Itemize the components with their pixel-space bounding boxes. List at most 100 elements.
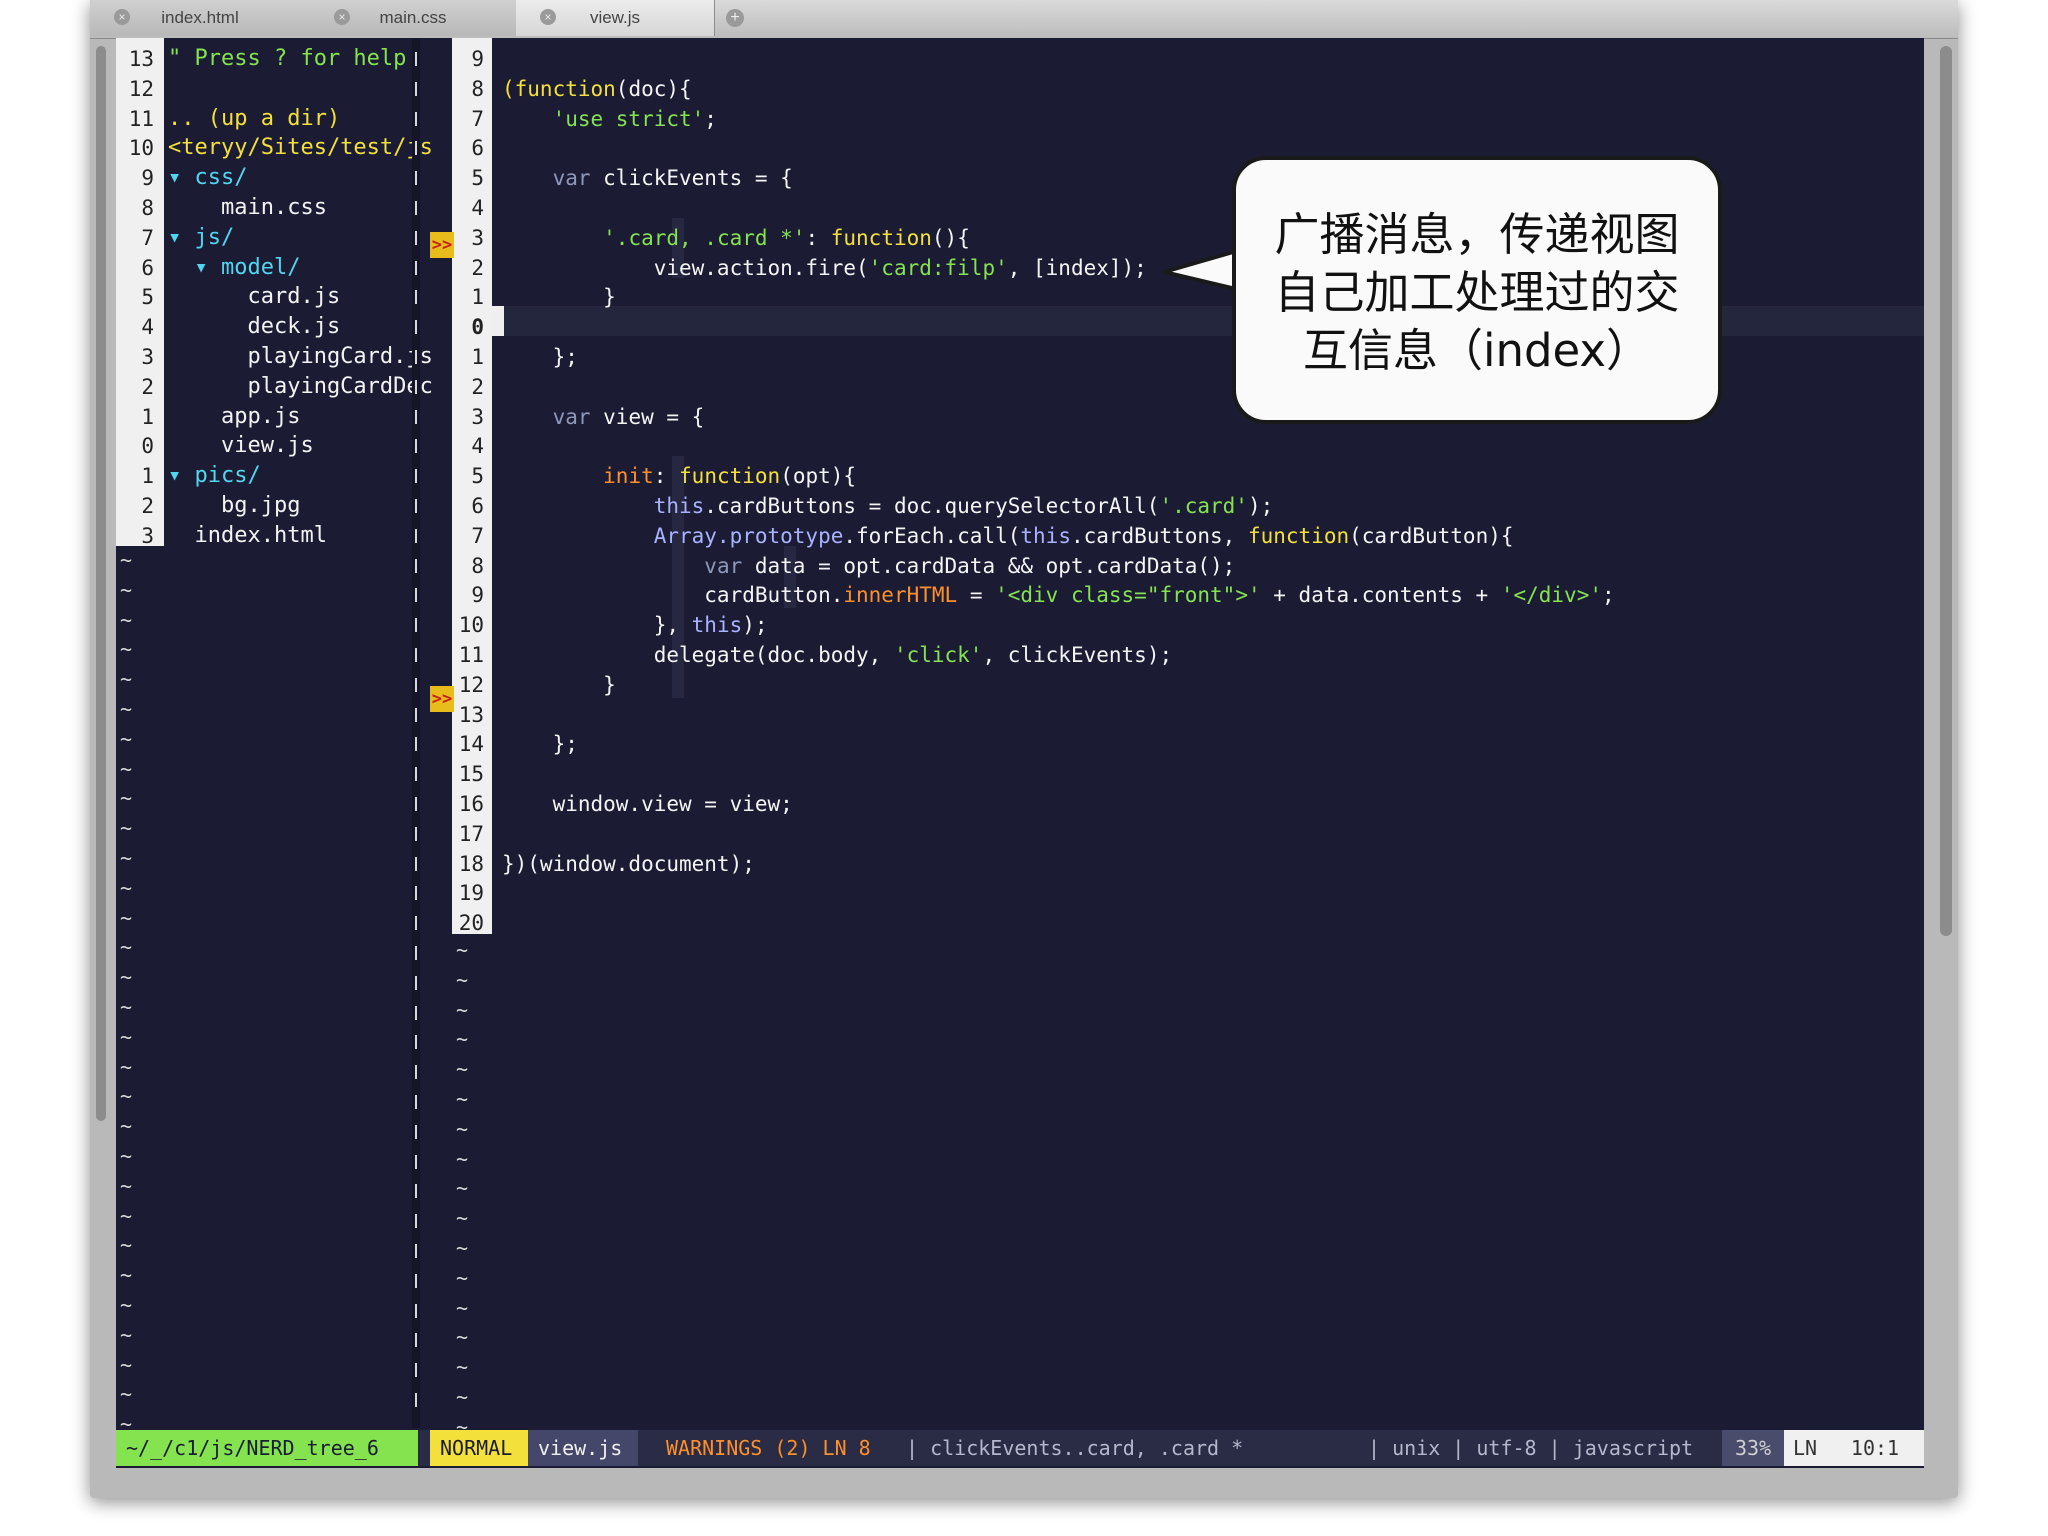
empty-line-tilde: ~ [120,1293,133,1317]
separator-mark [415,171,417,186]
tree-entry[interactable]: ▾ pics/ [168,461,261,491]
code-line[interactable]: delegate(doc.body, 'click', clickEvents)… [502,640,1172,670]
tab-view-js[interactable]: × view.js [516,0,715,36]
empty-line-tilde: ~ [120,816,133,841]
empty-line-tilde: ~ [120,1382,133,1407]
line-number: 2 [471,255,484,280]
line-number: 17 [458,821,484,846]
separator-mark [415,975,417,990]
line-number: 8 [471,553,484,578]
code-line[interactable]: Array.prototype.forEach.call(this.cardBu… [502,521,1514,551]
line-number: 12 [458,672,484,697]
tree-entry[interactable]: ▾ js/ [168,223,234,253]
tree-entry[interactable]: playingCardDec [168,372,432,402]
line-number: 20 [458,911,484,936]
code-line[interactable]: var clickEvents = { [502,163,793,193]
tree-entry[interactable]: bg.jpg [168,491,300,521]
code-line[interactable]: this.cardButtons = doc.querySelectorAll(… [502,491,1274,521]
separator-mark [415,230,417,245]
separator-mark [415,290,417,305]
line-number: 5 [471,464,484,489]
separator-mark [415,826,417,841]
separator-mark [415,1214,417,1229]
nerd-tree-panel[interactable]: " Press ? for help .. (up a dir) <teryy/Si… [164,38,433,548]
code-line[interactable]: init: function(opt){ [502,461,856,491]
line-number: 0 [141,434,154,459]
separator-mark [415,439,417,454]
line-number: 3 [141,345,154,369]
line-number: 1 [471,345,484,369]
separator-mark [415,1333,417,1348]
empty-line-tilde: ~ [456,1355,469,1380]
tree-entry[interactable]: playingCard.js [168,342,432,372]
code-line[interactable]: } [502,670,616,700]
empty-line-tilde: ~ [120,1203,133,1228]
separator-mark [415,1124,417,1139]
code-line[interactable]: })(window.document); [502,849,755,879]
status-context: | clickEvents..card, .card * [906,1436,1244,1460]
status-line: ~/_/c1/js/NERD_tree_6 NORMAL view.js WAR… [116,1430,1924,1466]
line-number: 2 [141,374,154,399]
right-scrollbar[interactable] [1940,46,1952,936]
tree-entry[interactable]: deck.js [168,312,340,342]
line-number: 13 [128,47,154,71]
tree-entry[interactable]: ▾ css/ [168,163,247,193]
warning-sign-marker[interactable]: >> [430,686,454,712]
tree-entry[interactable]: index.html [168,521,326,551]
line-number: 6 [471,136,484,161]
separator-mark [415,1303,417,1318]
separator-mark [415,1154,417,1169]
status-path: ~/_/c1/js/NERD_tree_6 [116,1430,418,1466]
separator-mark [415,1184,417,1199]
line-number: 3 [141,523,154,548]
tree-entry[interactable]: " Press ? for help [168,44,406,74]
empty-line-tilde: ~ [120,1114,133,1139]
code-line[interactable]: } [502,282,616,312]
line-number: 6 [471,494,484,518]
tree-entry[interactable]: view.js [168,431,314,461]
line-number: 4 [471,196,484,220]
empty-line-tilde: ~ [120,875,133,900]
empty-line-tilde: ~ [120,995,133,1019]
code-line[interactable]: (function(doc){ [502,74,692,104]
tab-main-css[interactable]: × main.css [310,0,517,36]
status-percent: 33% [1722,1430,1784,1466]
tree-entry[interactable]: app.js [168,402,300,432]
code-line[interactable]: cardButton.innerHTML = '<div class="fron… [502,580,1614,610]
empty-line-tilde: ~ [120,1024,133,1049]
empty-line-tilde: ~ [456,967,469,992]
warning-sign-marker[interactable]: >> [430,232,454,258]
new-tab-plus-icon[interactable]: + [726,9,744,27]
line-number: 9 [471,47,484,71]
code-line[interactable]: 'use strict'; [502,104,717,134]
status-file: view.js [528,1430,638,1466]
tab-index-html[interactable]: × index.html [90,0,311,36]
empty-line-tilde: ~ [120,786,133,811]
separator-mark [415,1095,417,1109]
line-number: 13 [458,702,484,727]
code-line[interactable]: }, this); [502,610,768,640]
tree-entry[interactable]: <teryy/Sites/test/js [168,133,433,163]
code-line[interactable]: var data = opt.cardData && opt.cardData(… [502,551,1235,581]
empty-line-tilde: ~ [456,1116,469,1141]
left-scrollbar[interactable] [96,46,106,1121]
empty-line-tilde: ~ [120,726,133,751]
empty-line-tilde: ~ [456,1385,469,1409]
tree-entry[interactable]: .. (up a dir) [168,104,340,134]
code-line[interactable]: view.action.fire('card:filp', [index]); [502,253,1147,283]
line-number: 19 [458,881,484,906]
tree-entry[interactable]: ▾ model/ [168,253,300,283]
separator-mark [415,469,417,484]
code-line[interactable]: }; [502,342,578,372]
screenshot: × index.html × main.css × view.js + 13 12… [0,0,2048,1536]
code-line[interactable]: window.view = view; [502,789,793,819]
code-line[interactable]: }; [502,729,578,759]
split-separator[interactable] [412,38,420,1428]
empty-line-tilde: ~ [456,1176,469,1201]
code-line[interactable]: var view = { [502,402,705,432]
status-mode: NORMAL [430,1430,528,1466]
line-number: 10 [458,613,484,638]
tree-entry[interactable]: main.css [168,193,327,223]
code-line[interactable]: '.card, .card *': function(){ [502,223,970,253]
tree-entry[interactable]: card.js [168,282,340,312]
